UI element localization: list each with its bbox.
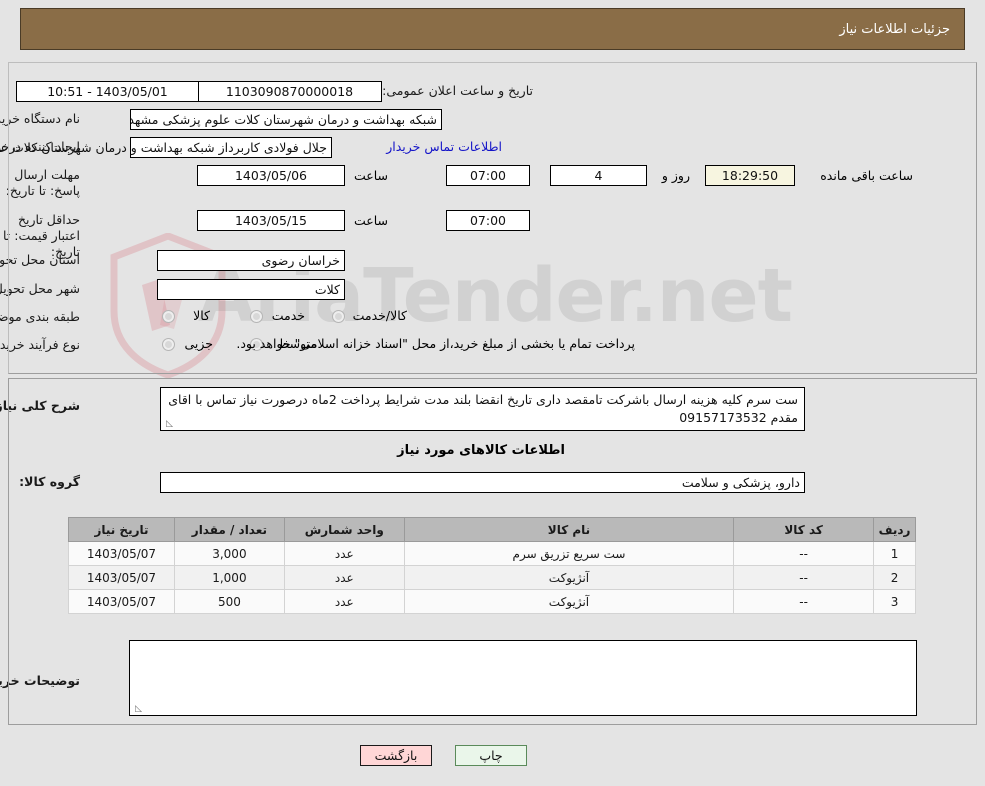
cell-index: 2 xyxy=(873,565,916,590)
col-qty: تعداد / مقدار xyxy=(173,517,285,542)
cell-name: آنژیوکت xyxy=(403,565,735,590)
cell-index: 1 xyxy=(873,541,916,566)
cell-qty: 3,000 xyxy=(173,541,285,566)
cell-date: 1403/05/07 xyxy=(68,541,175,566)
buyer-contact-link[interactable]: اطلاعات تماس خریدار xyxy=(386,139,502,154)
cell-qty: 500 xyxy=(173,589,285,614)
col-index: ردیف xyxy=(873,517,916,542)
table-row: 1 -- ست سریع تزریق سرم عدد 3,000 1403/05… xyxy=(68,541,916,566)
table-header-row: ردیف کد کالا نام کالا واحد شمارش تعداد /… xyxy=(68,517,916,542)
cell-name: ست سریع تزریق سرم xyxy=(403,541,735,566)
col-code: کد کالا xyxy=(733,517,875,542)
goods-table: ردیف کد کالا نام کالا واحد شمارش تعداد /… xyxy=(68,517,916,614)
print-button[interactable]: چاپ xyxy=(455,745,527,766)
table-row: 3 -- آنژیوکت عدد 500 1403/05/07 xyxy=(68,589,916,614)
table-row: 2 -- آنژیوکت عدد 1,000 1403/05/07 xyxy=(68,565,916,590)
cell-date: 1403/05/07 xyxy=(68,589,175,614)
cell-code: -- xyxy=(733,589,875,614)
col-unit: واحد شمارش xyxy=(283,517,405,542)
page-header: جزئیات اطلاعات نیاز xyxy=(20,8,965,50)
goods-section-title: اطلاعات کالاهای مورد نیاز xyxy=(397,443,565,458)
need-info-panel xyxy=(8,62,977,374)
col-name: نام کالا xyxy=(403,517,735,542)
cell-date: 1403/05/07 xyxy=(68,565,175,590)
cell-unit: عدد xyxy=(283,565,405,590)
back-button[interactable]: بازگشت xyxy=(360,745,432,766)
col-date: تاریخ نیاز xyxy=(68,517,175,542)
cell-code: -- xyxy=(733,565,875,590)
cell-qty: 1,000 xyxy=(173,565,285,590)
cell-name: آنژیوکت xyxy=(403,589,735,614)
cell-unit: عدد xyxy=(283,541,405,566)
cell-index: 3 xyxy=(873,589,916,614)
page-title: جزئیات اطلاعات نیاز xyxy=(839,22,950,37)
cell-unit: عدد xyxy=(283,589,405,614)
cell-code: -- xyxy=(733,541,875,566)
